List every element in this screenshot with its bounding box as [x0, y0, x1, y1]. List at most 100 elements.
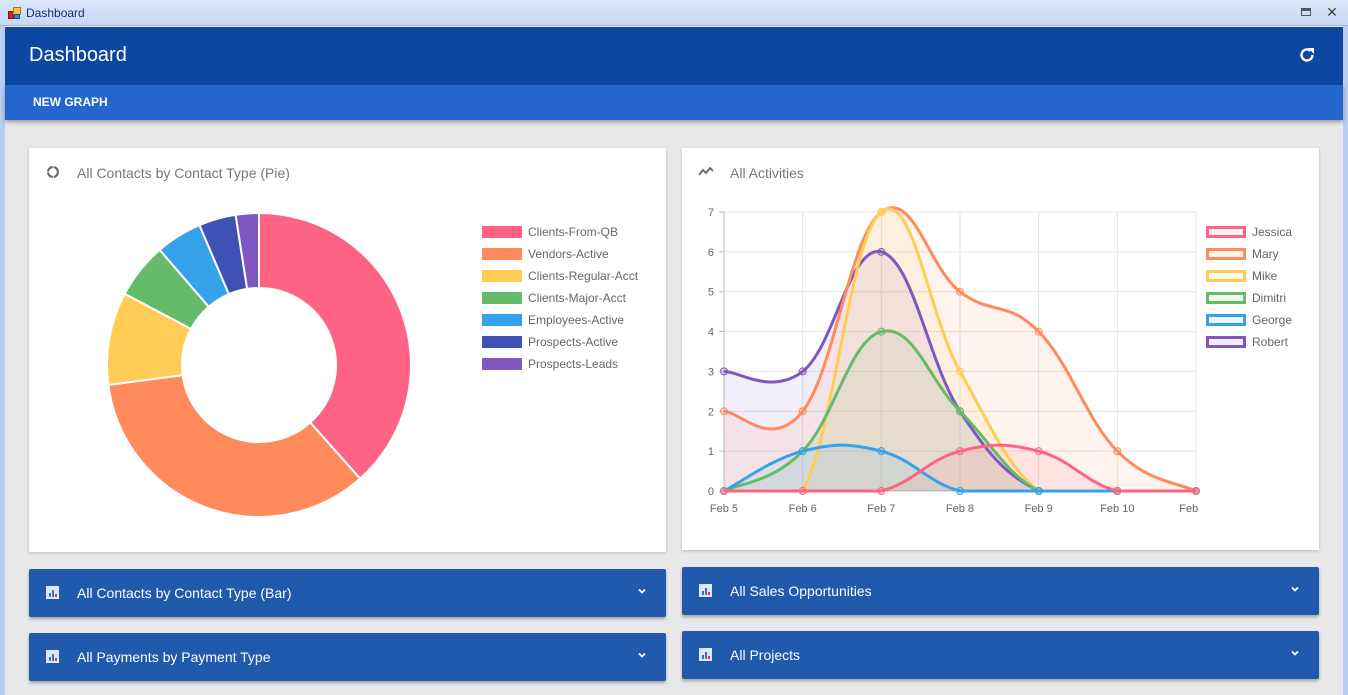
accordion-payments[interactable]: All Payments by Payment Type [29, 633, 666, 681]
legend-item[interactable]: Mary [1206, 243, 1292, 265]
new-graph-button[interactable]: NEW GRAPH [33, 95, 108, 109]
accordion-contacts-bar[interactable]: All Contacts by Contact Type (Bar) [29, 569, 666, 617]
data-point-george[interactable] [956, 487, 964, 495]
accordion-title: All Projects [730, 647, 801, 663]
data-point-mike[interactable] [956, 367, 964, 376]
data-point-jessica[interactable] [877, 487, 886, 495]
y-tick-label: 5 [708, 287, 714, 299]
legend-swatch [1206, 248, 1246, 260]
pie-card-title: All Contacts by Contact Type (Pie) [77, 165, 290, 181]
refresh-button[interactable] [1297, 45, 1317, 65]
page-title: Dashboard [29, 44, 127, 66]
data-point-jessica[interactable] [1113, 487, 1122, 495]
restore-button[interactable] [1298, 4, 1314, 20]
donut-icon [46, 165, 60, 179]
legend-label: Mike [1252, 269, 1278, 283]
y-tick-label: 4 [708, 327, 714, 339]
legend-item[interactable]: Clients-Major-Acct [482, 287, 638, 309]
pie-legend: Clients-From-QB Vendors-Active Clients-Reg… [482, 221, 638, 375]
legend-swatch [482, 248, 522, 260]
bar-chart-icon [699, 584, 712, 597]
legend-item[interactable]: Clients-Regular-Acct [482, 265, 638, 287]
data-point-jessica[interactable] [798, 487, 807, 495]
data-point-jessica[interactable] [1192, 487, 1200, 495]
close-button[interactable]: ✕ [1324, 4, 1340, 20]
window-titlebar: Dashboard ✕ [0, 0, 1348, 26]
legend-swatch [1206, 314, 1246, 326]
y-tick-label: 7 [708, 207, 714, 219]
legend-item[interactable]: Mike [1206, 265, 1292, 287]
data-point-robert[interactable] [720, 367, 728, 376]
legend-label: Dimitri [1252, 291, 1286, 305]
line-card-title: All Activities [730, 165, 804, 181]
line-chart-card: All Activities 0 1 2 3 4 5 6 7 Feb 5 Feb 6 Feb 7 Fe… [682, 148, 1319, 550]
legend-item[interactable]: Robert [1206, 331, 1292, 353]
pie-chart-card: All Contacts by Contact Type (Pie) Clien… [29, 148, 666, 552]
y-tick-label: 2 [708, 406, 714, 418]
legend-item[interactable]: Clients-From-QB [482, 221, 638, 243]
accordion-projects[interactable]: All Projects [682, 631, 1319, 679]
line-chart: 0 1 2 3 4 5 6 7 Feb 5 Feb 6 Feb 7 Feb 8 Feb 9 Feb 10 F… [708, 206, 1202, 515]
data-point-jessica[interactable] [1034, 447, 1043, 456]
legend-label: Vendors-Active [528, 247, 609, 261]
doughnut-chart [106, 211, 412, 518]
legend-item[interactable]: Employees-Active [482, 309, 638, 331]
legend-swatch [1206, 292, 1246, 304]
x-tick-label: Feb 9 [1025, 503, 1053, 515]
legend-label: Jessica [1252, 225, 1293, 239]
data-point-jessica[interactable] [956, 447, 964, 456]
accordion-title: All Payments by Payment Type [77, 649, 271, 665]
data-point-mary[interactable] [1034, 327, 1043, 336]
legend-item[interactable]: Dimitri [1206, 287, 1292, 309]
legend-swatch [482, 358, 522, 370]
chevron-down-icon[interactable] [1289, 583, 1301, 595]
data-point-george[interactable] [877, 447, 886, 456]
legend-label: Prospects-Active [528, 335, 619, 349]
chevron-down-icon[interactable] [636, 585, 648, 597]
data-point-mary[interactable] [720, 407, 728, 416]
data-point-jessica[interactable] [720, 487, 728, 495]
data-point-dimitri[interactable] [877, 327, 886, 336]
pie-slice-vendors-active[interactable] [107, 373, 362, 518]
legend-swatch [482, 226, 522, 238]
legend-label: Clients-Major-Acct [528, 291, 627, 305]
legend-label: Prospects-Leads [528, 357, 619, 371]
data-point-dimitri[interactable] [956, 407, 964, 416]
data-point-robert[interactable] [798, 367, 807, 376]
chevron-down-icon[interactable] [636, 649, 648, 661]
bar-chart-icon [46, 586, 59, 599]
data-point-mary[interactable] [798, 407, 807, 416]
data-point-robert[interactable] [877, 247, 886, 256]
close-icon: ✕ [1326, 3, 1338, 20]
data-point-george[interactable] [798, 447, 807, 456]
accordion-sales-opportunities[interactable]: All Sales Opportunities [682, 567, 1319, 615]
data-point-mike[interactable] [877, 208, 886, 216]
data-point-mary[interactable] [1113, 447, 1122, 456]
window-title: Dashboard [26, 5, 85, 20]
data-point-george[interactable] [1034, 487, 1043, 495]
refresh-icon [1300, 48, 1314, 62]
legend-label: Mary [1252, 247, 1279, 261]
app-header: Dashboard [5, 27, 1343, 85]
legend-swatch [1206, 270, 1246, 282]
legend-item[interactable]: Jessica [1206, 221, 1292, 243]
accordion-title: All Contacts by Contact Type (Bar) [77, 585, 292, 601]
legend-item[interactable]: Prospects-Active [482, 331, 638, 353]
data-point-mary[interactable] [956, 287, 964, 296]
toolbar: NEW GRAPH [5, 85, 1343, 120]
accordion-title: All Sales Opportunities [730, 583, 872, 599]
legend-item[interactable]: Vendors-Active [482, 243, 638, 265]
chevron-down-icon[interactable] [1289, 647, 1301, 659]
trend-line-icon [698, 166, 714, 176]
x-tick-label: Feb 7 [867, 503, 895, 515]
y-tick-label: 3 [708, 366, 714, 378]
legend-swatch [482, 270, 522, 282]
legend-item[interactable]: Prospects-Leads [482, 353, 638, 375]
x-tick-label: Feb 6 [789, 503, 817, 515]
legend-label: Employees-Active [528, 313, 625, 327]
bar-chart-icon [699, 648, 712, 661]
legend-swatch [482, 314, 522, 326]
legend-item[interactable]: George [1206, 309, 1292, 331]
y-tick-label: 0 [708, 486, 714, 498]
legend-label: George [1252, 313, 1293, 327]
